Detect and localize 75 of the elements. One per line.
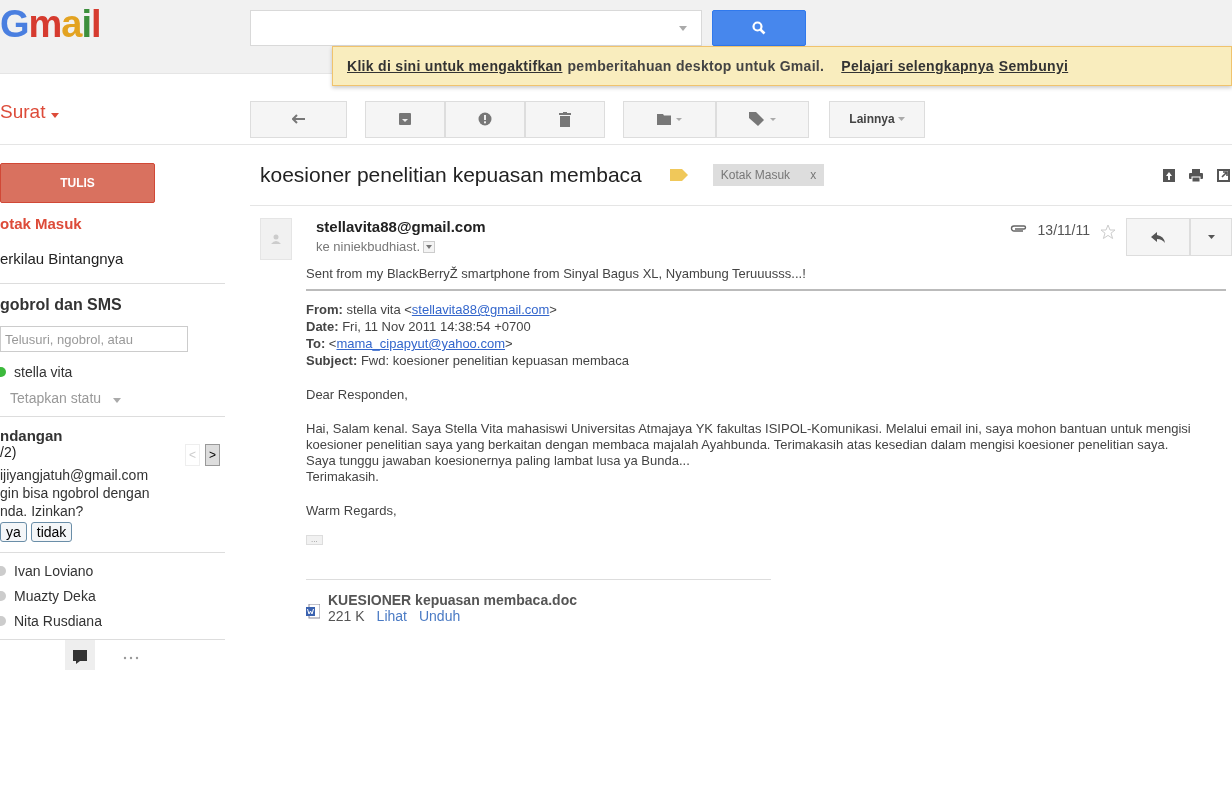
header-line: Date: Fri, 11 Nov 2011 14:38:54 +0700	[306, 318, 532, 335]
invitation-text: nda. Izinkan?	[0, 502, 85, 520]
attachment-link[interactable]: Lihat	[376, 608, 407, 624]
message-paragraph: Saya tunggu jawaban koesionernya paling lambat lusa ya Bunda...	[306, 453, 691, 469]
attachment-name: KUESIONER kepuasan membaca.doc	[328, 592, 577, 608]
invitation-counter: /2)	[0, 444, 17, 462]
mail-menu[interactable]: Surat	[0, 95, 250, 123]
attachment-size: 221 K	[328, 608, 365, 624]
header-line: To: <mama_cipapyut@yahoo.com>	[306, 335, 514, 352]
arrow-left-icon	[291, 114, 306, 124]
email-link[interactable]: stellavita88@gmail.com	[411, 302, 550, 317]
contact-name[interactable]: Muazty Deka	[14, 588, 96, 604]
email-link[interactable]: mama_cipapyut@yahoo.com	[336, 336, 506, 351]
avatar-icon	[260, 218, 292, 260]
move-to-button[interactable]	[623, 100, 716, 138]
caret-icon	[50, 113, 59, 118]
archive-button[interactable]	[365, 100, 445, 138]
recipient-text: ke niniekbudhiast.	[316, 239, 421, 254]
hide-link[interactable]: Sembunyi	[998, 58, 1069, 74]
reply-button[interactable]	[1126, 218, 1190, 256]
chat-search-field[interactable]: Telusuri, ngobrol, atau	[0, 326, 188, 352]
search-icon	[752, 21, 766, 35]
message-paragraph: Terimakasih.	[306, 469, 380, 485]
caret-icon	[426, 244, 433, 249]
document-icon	[306, 604, 320, 620]
folder-item[interactable]: erkilau Bintangnya	[0, 238, 250, 273]
remove-label-button[interactable]: x	[810, 168, 817, 182]
archive-icon	[398, 112, 412, 126]
attachment-link[interactable]: Unduh	[418, 608, 461, 624]
search-field[interactable]	[250, 10, 702, 46]
star-icon[interactable]	[1100, 224, 1116, 240]
labels-button[interactable]	[716, 100, 809, 138]
learn-more-link[interactable]: Pelajari selengkapnya	[841, 58, 994, 74]
thread-subject: koesioner penelitian kepuasan membaca	[260, 163, 642, 187]
invitation-text: gin bisa ngobrol dengan	[0, 484, 151, 502]
new-window-icon[interactable]	[1217, 168, 1230, 182]
caret-icon	[112, 398, 121, 403]
next-button[interactable]: >	[205, 444, 220, 466]
invitation-email: ijiyangjatuh@gmail.com	[0, 466, 150, 484]
invitation-button[interactable]: tidak	[30, 522, 73, 542]
caret-icon	[1207, 235, 1215, 239]
caret-icon	[897, 117, 905, 121]
more-button[interactable]: Lainnya	[829, 100, 925, 138]
spam-button[interactable]	[445, 100, 525, 138]
sender-address[interactable]: stellavita88@gmail.com	[316, 218, 486, 235]
header-line: Subject: Fwd: koesioner penelitian kepuasan membaca	[306, 352, 630, 369]
contact-name[interactable]: Ivan Loviano	[14, 563, 94, 579]
delete-button[interactable]	[525, 100, 605, 138]
header-line: From: stella vita <stellavita88@gmail.com>	[306, 301, 558, 318]
exclamation-icon	[478, 112, 492, 126]
contact-name[interactable]: Nita Rusdiana	[14, 613, 102, 629]
gmail-logo[interactable]: Gmail	[0, 6, 250, 42]
message-paragraph: Hai, Salam kenal. Saya Stella Vita mahasiswi Universitas Atmajaya YK fakultas ISIPOL-Komunikasi. Melalui email ini, saya mohon bantuan untuk mengisi koesioner penelitian saya yang berkaitan dengan membaca majalah Ayahbunda. Terimakasih atas kesedian dalam mengisi koesioner penelitian saya.	[306, 421, 1192, 453]
enable-notifications-link[interactable]: Klik di sini untuk mengaktifkan	[347, 58, 563, 74]
message-paragraph: Dear Responden,	[306, 387, 409, 403]
contact-name[interactable]: stella vita	[14, 364, 73, 380]
folder-icon	[656, 113, 683, 125]
notice-text: pemberitahuan desktop untuk Gmail.	[567, 58, 825, 74]
search-button[interactable]	[712, 10, 806, 46]
chat-heading: gobrol dan SMS	[0, 296, 123, 314]
message-paragraph: Warm Regards,	[306, 503, 398, 519]
print-icon[interactable]	[1189, 168, 1203, 182]
reply-icon	[1151, 231, 1165, 243]
trash-icon	[559, 111, 571, 127]
show-trimmed-button[interactable]: ...	[306, 535, 323, 545]
details-dropdown[interactable]	[423, 240, 436, 253]
invitation-button[interactable]: ya	[0, 522, 27, 542]
tag-icon	[747, 111, 778, 127]
message-line: Sent from my BlackBerryŽ smartphone from Sinyal Bagus XL, Nyambung Teruuusss...!	[306, 266, 1226, 291]
message-date: 13/11/11	[1037, 222, 1090, 238]
invitations-heading: ndangan	[0, 427, 64, 444]
folder-item[interactable]: otak Masuk	[0, 203, 250, 238]
archive-icon[interactable]	[1163, 168, 1175, 182]
dropdown-arrow-icon[interactable]	[679, 26, 687, 31]
chat-bubble-icon[interactable]	[65, 640, 95, 670]
